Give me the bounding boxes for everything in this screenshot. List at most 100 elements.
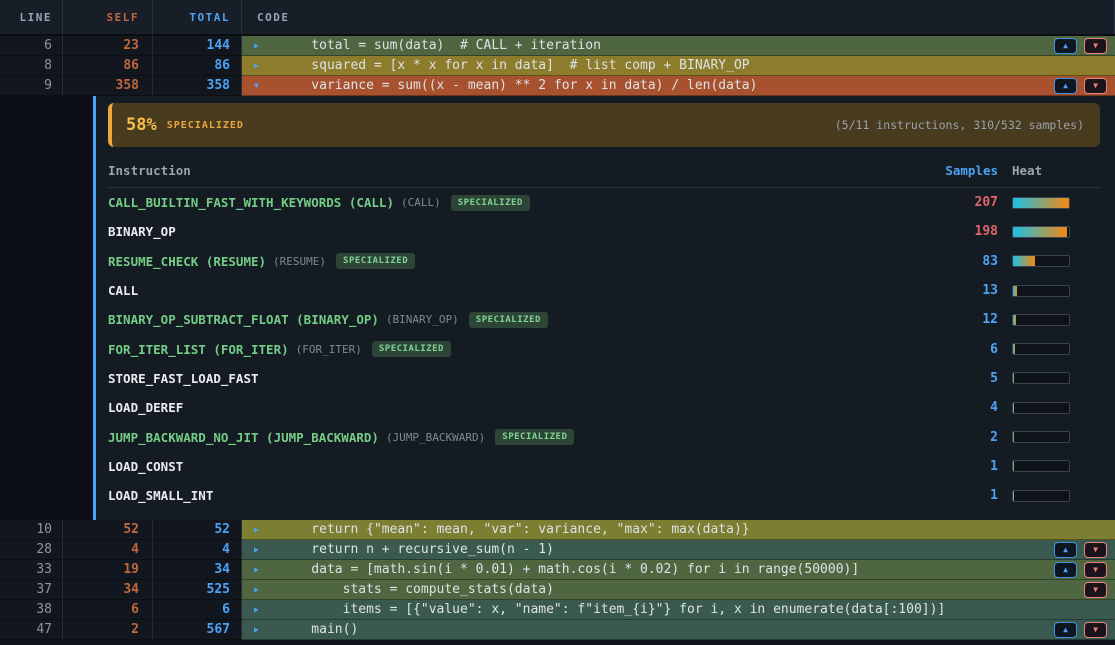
code-cell[interactable]: ▶ return {"mean": mean, "var": variance,… — [242, 520, 1115, 540]
sample-count: 207 — [932, 195, 1012, 210]
self-samples: 2 — [63, 620, 153, 640]
expand-arrow-icon[interactable]: ▶ — [254, 585, 280, 594]
instruction-name-cell: BINARY_OP_SUBTRACT_FLOAT (BINARY_OP)(BIN… — [108, 312, 932, 328]
base-instruction: (CALL) — [401, 196, 441, 209]
total-samples: 86 — [153, 56, 242, 76]
jump-up-button[interactable]: ▲ — [1054, 622, 1077, 638]
jump-down-button[interactable]: ▼ — [1084, 562, 1107, 578]
jump-down-button[interactable]: ▼ — [1084, 78, 1107, 94]
column-header-samples: Samples — [932, 163, 1012, 178]
code-text: return n + recursive_sum(n - 1) — [280, 542, 554, 557]
expand-arrow-icon[interactable]: ▶ — [254, 41, 280, 50]
heat-bar-track — [1012, 402, 1070, 414]
line-number: 6 — [0, 36, 63, 56]
expand-arrow-icon[interactable]: ▶ — [254, 545, 280, 554]
specialized-percent: 58% — [126, 115, 157, 135]
expand-arrow-icon[interactable]: ▶ — [254, 61, 280, 70]
sample-count: 2 — [932, 430, 1012, 445]
total-samples: 567 — [153, 620, 242, 640]
jump-buttons: ▼ — [1084, 582, 1107, 598]
panel-left-spacer — [0, 96, 93, 520]
instruction-row: LOAD_DEREF4 — [108, 393, 1100, 422]
code-cell[interactable]: ▶ squared = [x * x for x in data] # list… — [242, 56, 1115, 76]
code-line-row: 2844▶ return n + recursive_sum(n - 1)▲▼ — [0, 540, 1115, 560]
sample-count: 6 — [932, 342, 1012, 357]
line-number: 33 — [0, 560, 63, 580]
line-number: 10 — [0, 520, 63, 540]
code-cell[interactable]: ▶ total = sum(data) # CALL + iteration ▲ ▼ — [242, 36, 1115, 56]
code-line-row: 472567▶ main()▲▼ — [0, 620, 1115, 640]
heat-bar-fill — [1013, 432, 1014, 442]
total-samples: 358 — [153, 76, 242, 96]
base-instruction: (RESUME) — [273, 255, 326, 268]
expand-arrow-icon[interactable]: ▶ — [254, 605, 280, 614]
heat-bar-fill — [1013, 491, 1014, 501]
heat-bar-track — [1012, 255, 1070, 267]
heat-bar-cell — [1012, 460, 1100, 472]
panel-body: 58% SPECIALIZED (5/11 instructions, 310/… — [96, 96, 1115, 520]
sample-count: 1 — [932, 488, 1012, 503]
code-text: stats = compute_stats(data) — [280, 582, 554, 597]
heat-bar-fill — [1013, 315, 1016, 325]
code-cell[interactable]: ▶ data = [math.sin(i * 0.01) + math.cos(… — [242, 560, 1115, 580]
code-line-row: 331934▶ data = [math.sin(i * 0.01) + mat… — [0, 560, 1115, 580]
expand-arrow-icon[interactable]: ▶ — [254, 565, 280, 574]
instruction-name-cell: LOAD_CONST — [108, 459, 932, 474]
heat-bar-cell — [1012, 226, 1100, 238]
heat-bar-track — [1012, 372, 1070, 384]
instruction-name: BINARY_OP_SUBTRACT_FLOAT (BINARY_OP) — [108, 312, 379, 327]
instruction-name-cell: CALL_BUILTIN_FAST_WITH_KEYWORDS (CALL) (C… — [108, 195, 932, 211]
code-cell[interactable]: ▶ return n + recursive_sum(n - 1)▲▼ — [242, 540, 1115, 560]
instruction-name-cell: LOAD_DEREF — [108, 400, 932, 415]
specialized-badge: SPECIALIZED — [495, 429, 574, 445]
instruction-name: CALL_BUILTIN_FAST_WITH_KEYWORDS (CALL) — [108, 195, 394, 210]
instruction-name: RESUME_CHECK (RESUME) — [108, 254, 266, 269]
specialized-label: SPECIALIZED — [167, 120, 244, 131]
jump-up-button[interactable]: ▲ — [1054, 78, 1077, 94]
line-number: 47 — [0, 620, 63, 640]
instruction-detail-panel: 58% SPECIALIZED (5/11 instructions, 310/… — [0, 96, 1115, 520]
code-line-row: 105252▶ return {"mean": mean, "var": var… — [0, 520, 1115, 540]
jump-down-button[interactable]: ▼ — [1084, 542, 1107, 558]
heat-bar-fill — [1013, 198, 1069, 208]
line-number: 38 — [0, 600, 63, 620]
sample-count: 5 — [932, 371, 1012, 386]
jump-down-button[interactable]: ▼ — [1084, 582, 1107, 598]
heat-bar-cell — [1012, 372, 1100, 384]
instruction-row: CALL_BUILTIN_FAST_WITH_KEYWORDS (CALL) (C… — [108, 188, 1100, 217]
code-cell[interactable]: ▶ items = [{"value": x, "name": f"item_{… — [242, 600, 1115, 620]
heat-bar-track — [1012, 314, 1070, 326]
jump-buttons: ▲▼ — [1054, 542, 1107, 558]
code-line-row: 88686▶ squared = [x * x for x in data] #… — [0, 56, 1115, 76]
jump-up-button[interactable]: ▲ — [1054, 562, 1077, 578]
sample-count: 198 — [932, 224, 1012, 239]
instruction-row: BINARY_OP198 — [108, 217, 1100, 246]
jump-up-button[interactable]: ▲ — [1054, 38, 1077, 54]
line-number: 28 — [0, 540, 63, 560]
collapse-arrow-icon[interactable]: ▼ — [254, 81, 280, 90]
code-cell[interactable]: ▶ stats = compute_stats(data) ▼ — [242, 580, 1115, 600]
code-cell[interactable]: ▼ variance = sum((x - mean) ** 2 for x i… — [242, 76, 1115, 96]
expand-arrow-icon[interactable]: ▶ — [254, 525, 280, 534]
code-cell[interactable]: ▶ main()▲▼ — [242, 620, 1115, 640]
code-line-row: 3866▶ items = [{"value": x, "name": f"it… — [0, 600, 1115, 620]
jump-down-button[interactable]: ▼ — [1084, 622, 1107, 638]
code-text: total = sum(data) # CALL + iteration — [280, 38, 601, 53]
heat-bar-cell — [1012, 314, 1100, 326]
heat-bar-cell — [1012, 285, 1100, 297]
code-text: return {"mean": mean, "var": variance, "… — [280, 522, 750, 537]
jump-buttons: ▲▼ — [1054, 622, 1107, 638]
heat-bar-track — [1012, 460, 1070, 472]
jump-up-button[interactable]: ▲ — [1054, 542, 1077, 558]
code-text: variance = sum((x - mean) ** 2 for x in … — [280, 78, 757, 93]
self-samples: 23 — [63, 36, 153, 56]
self-samples: 4 — [63, 540, 153, 560]
instruction-row: STORE_FAST_LOAD_FAST5 — [108, 364, 1100, 393]
heat-bar-track — [1012, 431, 1070, 443]
instruction-name-cell: FOR_ITER_LIST (FOR_ITER)(FOR_ITER)SPECIA… — [108, 341, 932, 357]
instruction-row: CALL13 — [108, 276, 1100, 305]
line-number: 8 — [0, 56, 63, 76]
expand-arrow-icon[interactable]: ▶ — [254, 625, 280, 634]
table-header: LINE SELF TOTAL CODE — [0, 0, 1115, 36]
jump-down-button[interactable]: ▼ — [1084, 38, 1107, 54]
